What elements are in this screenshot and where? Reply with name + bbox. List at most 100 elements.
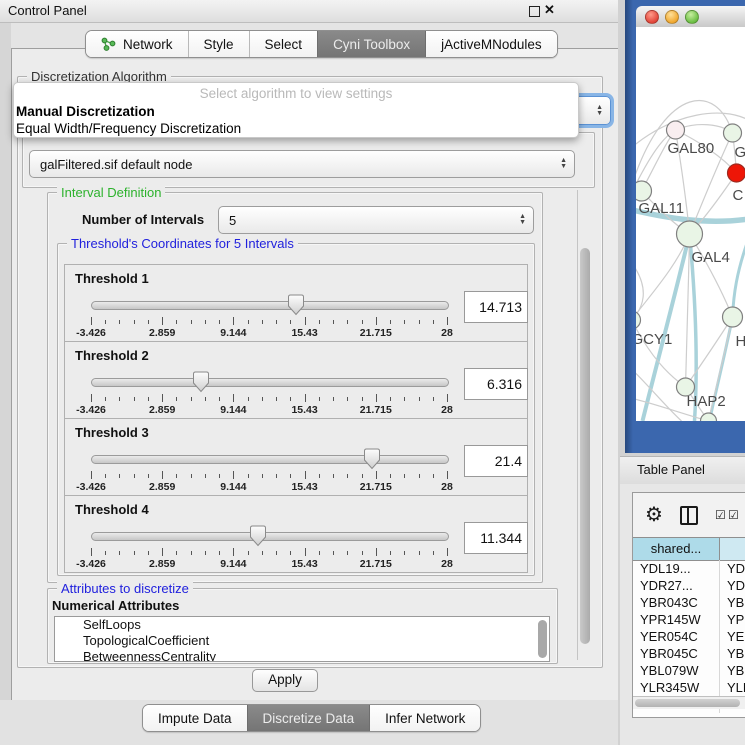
- threshold-panel: Threshold 3 -3.4262.8599.14415.4321.71528: [64, 418, 528, 496]
- gear-icon[interactable]: ⚙: [645, 502, 663, 527]
- slider-thumb[interactable]: [363, 448, 381, 470]
- columns-icon[interactable]: [680, 506, 698, 525]
- tab-network[interactable]: Network: [86, 31, 188, 57]
- tab-discretize-data[interactable]: Discretize Data: [247, 705, 370, 731]
- tab-cyni-toolbox[interactable]: Cyni Toolbox: [317, 31, 425, 57]
- close-traffic-light-icon[interactable]: [645, 10, 659, 24]
- network-node[interactable]: [701, 413, 717, 421]
- network-node[interactable]: [728, 164, 745, 182]
- network-window-titlebar: [636, 6, 745, 28]
- number-of-intervals-label: Number of Intervals: [82, 212, 204, 227]
- settings-scrollbar-thumb[interactable]: [580, 248, 590, 644]
- close-panel-icon[interactable]: ✕: [544, 2, 555, 18]
- attributes-group-title: Attributes to discretize: [57, 581, 193, 596]
- select-none-checkbox-icon[interactable]: ☑: [728, 508, 739, 522]
- slider-track: [91, 455, 449, 464]
- attribute-list-item[interactable]: SelfLoops: [55, 617, 549, 633]
- axis-tick-label: 28: [441, 558, 453, 570]
- attributes-list-scrollbar-thumb[interactable]: [538, 620, 547, 658]
- slider-track: [91, 301, 449, 310]
- attribute-list-item[interactable]: BetweennessCentrality: [55, 649, 549, 662]
- table-data-value: galFiltered.sif default node: [40, 157, 192, 172]
- threshold-slider[interactable]: -3.4262.8599.14415.4321.71528: [91, 372, 447, 414]
- network-node-label: GAL4: [692, 249, 730, 266]
- tab-label: jActiveMNodules: [441, 37, 542, 52]
- tab-label: Select: [265, 37, 303, 52]
- axis-tick-label: 21.715: [360, 481, 392, 493]
- zoom-traffic-light-icon[interactable]: [685, 10, 699, 24]
- threshold-label: Threshold 2: [75, 348, 149, 363]
- network-node-label: GA: [735, 144, 745, 161]
- table-row[interactable]: YPR145WYPR145W: [633, 611, 745, 628]
- table-row[interactable]: YBR045CYBR045C: [633, 645, 745, 662]
- numerical-attributes-list[interactable]: SelfLoopsTopologicalCoefficientBetweenne…: [54, 616, 550, 662]
- tab-label: Discretize Data: [263, 711, 355, 726]
- table-cell: YLR345W: [633, 679, 720, 696]
- column-header-1[interactable]: shared...: [633, 538, 720, 560]
- threshold-slider[interactable]: -3.4262.8599.14415.4321.71528: [91, 295, 447, 337]
- threshold-value-field[interactable]: [464, 522, 528, 554]
- table-row[interactable]: YER054CYER054C: [633, 628, 745, 645]
- network-edge-highlight[interactable]: [733, 239, 745, 317]
- threshold-value-field[interactable]: [464, 291, 528, 323]
- settings-scrollbar[interactable]: [577, 190, 592, 660]
- number-of-intervals-select[interactable]: 5 ▲▼: [218, 206, 534, 234]
- float-window-icon[interactable]: [529, 6, 540, 17]
- control-panel-tab-bar: NetworkStyle Select Cyni Toolbox jActiveMNo…: [85, 30, 558, 58]
- tab-impute-data[interactable]: Impute Data: [143, 705, 247, 731]
- network-node[interactable]: [677, 221, 703, 247]
- network-node-label: HAP2: [687, 393, 726, 410]
- dropdown-item[interactable]: Manual Discretization: [14, 103, 578, 120]
- column-header-2[interactable]: name: [720, 538, 745, 560]
- network-node[interactable]: [636, 181, 652, 201]
- network-node[interactable]: [667, 121, 685, 139]
- network-node-label: GAL11: [639, 200, 685, 217]
- network-node[interactable]: [724, 124, 742, 142]
- table-horizontal-scrollbar[interactable]: [633, 696, 745, 709]
- apply-button[interactable]: Apply: [252, 669, 318, 692]
- network-view-canvas[interactable]: GAL80GACGAL11GAL4GCY1HHAP2: [636, 27, 745, 421]
- threshold-value-field[interactable]: [464, 368, 528, 400]
- dropdown-hint: Select algorithm to view settings: [14, 83, 578, 103]
- table-horizontal-scrollbar-thumb[interactable]: [635, 699, 740, 707]
- attribute-list-item[interactable]: TopologicalCoefficient: [55, 633, 549, 649]
- table-data-select[interactable]: galFiltered.sif default node ▲▼: [29, 150, 575, 178]
- dropdown-item[interactable]: Equal Width/Frequency Discretization: [14, 120, 578, 137]
- table-row[interactable]: YBR043CYBR043C: [633, 594, 745, 611]
- table-panel-title: Table Panel: [637, 462, 705, 477]
- node-attribute-table: ⚙ ☑ ☑ shared...name YDL19...YDL19...YDR2…: [632, 492, 745, 718]
- threshold-value-field[interactable]: [464, 445, 528, 477]
- tab-jactivemnodules[interactable]: jActiveMNodules: [425, 31, 557, 57]
- panel-left-margin: [0, 23, 11, 745]
- interval-definition-title: Interval Definition: [57, 185, 165, 200]
- table-cell: YBR045C: [633, 645, 720, 662]
- slider-thumb[interactable]: [192, 371, 210, 393]
- table-row[interactable]: YDR27...YDR27...: [633, 577, 745, 594]
- network-edge[interactable]: [636, 234, 690, 320]
- axis-tick-label: 15.43: [291, 404, 317, 416]
- threshold-panel: Threshold 1-3.4262.8599.14415.4321.71528: [64, 264, 528, 342]
- table-cell: YBL079W: [720, 662, 745, 679]
- threshold-slider[interactable]: -3.4262.8599.14415.4321.71528: [91, 449, 447, 491]
- slider-thumb[interactable]: [287, 294, 305, 316]
- threshold-label: Threshold 3: [75, 425, 149, 440]
- select-all-checkbox-icon[interactable]: ☑: [715, 508, 726, 522]
- network-edge[interactable]: [686, 234, 690, 387]
- axis-tick-label: 15.43: [291, 327, 317, 339]
- threshold-slider[interactable]: -3.4262.8599.14415.4321.71528: [91, 526, 447, 568]
- tab-select[interactable]: Select: [249, 31, 318, 57]
- table-row[interactable]: YLR345WYLR345W: [633, 679, 745, 696]
- table-row[interactable]: YBL079WYBL079W: [633, 662, 745, 679]
- axis-tick-label: -3.426: [76, 481, 106, 493]
- minimize-traffic-light-icon[interactable]: [665, 10, 679, 24]
- slider-thumb[interactable]: [249, 525, 267, 547]
- table-cell: YPR145W: [720, 611, 745, 628]
- network-node[interactable]: [636, 311, 641, 329]
- table-row[interactable]: YDL19...YDL19...: [633, 560, 745, 577]
- tab-style[interactable]: Style: [188, 31, 249, 57]
- tab-infer-network[interactable]: Infer Network: [369, 705, 480, 731]
- network-node[interactable]: [723, 307, 743, 327]
- axis-tick-label: 2.859: [149, 481, 175, 493]
- slider-track: [91, 378, 449, 387]
- threshold-panel: Threshold 4-3.4262.8599.14415.4321.71528: [64, 495, 528, 573]
